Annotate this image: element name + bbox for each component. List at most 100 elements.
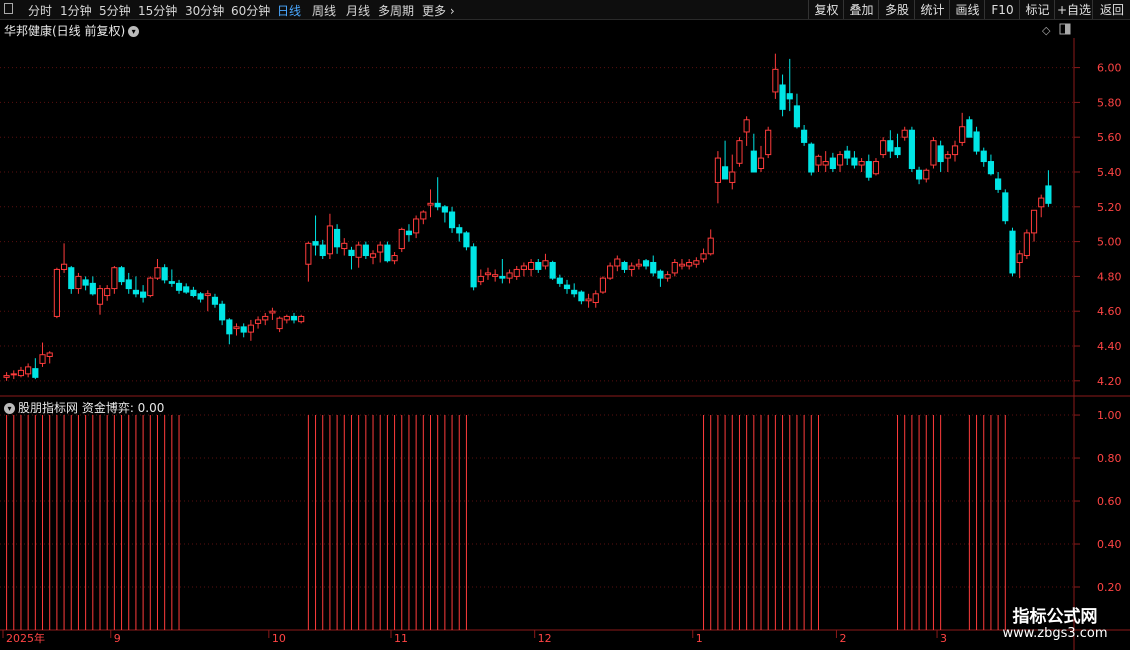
candle-body-down	[197, 293, 204, 300]
x-tick-label: 9	[114, 632, 121, 645]
toolbar-button[interactable]: +自选	[1054, 0, 1093, 19]
candle-body-down	[448, 211, 456, 229]
candle-body-down	[915, 169, 923, 180]
candle-body-up	[355, 244, 362, 258]
candle-body-down	[808, 143, 815, 173]
candle-body-up	[104, 288, 111, 297]
candle-body-up	[398, 228, 405, 250]
y-tick-label: 5.60	[1097, 131, 1122, 144]
toolbar-button[interactable]: 统计	[914, 0, 950, 19]
candle-body-down	[721, 166, 729, 180]
candle-body-up	[53, 268, 60, 317]
candle-body-down	[966, 119, 973, 138]
candle-body-up	[204, 293, 211, 297]
period-tab[interactable]: 周线	[312, 2, 336, 19]
candle-body-down	[887, 140, 894, 152]
candle-body-down	[1045, 185, 1052, 204]
candle-body-up	[880, 140, 887, 156]
toolbar-button[interactable]: 复权	[808, 0, 844, 19]
candle-body-down	[908, 129, 915, 170]
toolbar-button[interactable]: 叠加	[843, 0, 879, 19]
candle-body-down	[995, 178, 1002, 190]
candle-body-up	[3, 375, 10, 378]
candle-body-down	[118, 267, 125, 283]
candle-body-down	[937, 145, 944, 163]
candle-body-down	[894, 147, 901, 156]
period-tab[interactable]: 30分钟	[185, 2, 224, 19]
candle-body-up	[147, 277, 154, 297]
y-tick-label: 6.00	[1097, 62, 1122, 75]
candle-body-up	[484, 272, 492, 276]
candle-body-up	[585, 298, 592, 302]
candle-body-up	[743, 119, 750, 133]
candle-body-down	[140, 291, 147, 298]
candle-body-down	[319, 244, 326, 257]
candle-body-up	[628, 265, 635, 270]
period-tab[interactable]: 分时	[28, 2, 52, 19]
candle-body-up	[377, 244, 384, 253]
y-tick-label: 0.80	[1097, 452, 1122, 465]
toolbar-button[interactable]: 标记	[1019, 0, 1055, 19]
candle-body-up	[707, 237, 714, 255]
watermark-url: www.zbgs3.com	[1002, 626, 1108, 641]
panel-toggle-icon[interactable]	[4, 3, 13, 14]
candle-body-up	[1030, 209, 1038, 234]
candle-body-up	[492, 274, 499, 277]
candle-body-up	[269, 310, 276, 314]
chart-title-text: 华邦健康(日线 前复权)	[4, 24, 126, 38]
candle-body-up	[341, 242, 348, 250]
toolbar-button[interactable]: F10	[984, 0, 1020, 19]
candle-body-up	[262, 315, 269, 321]
candle-body-down	[657, 270, 664, 279]
candle-body-down	[549, 261, 556, 279]
candle-body-up	[930, 140, 937, 166]
period-tab[interactable]: 月线	[346, 2, 370, 19]
candle-body-up	[959, 126, 966, 143]
candle-body-up	[326, 225, 334, 255]
candle-body-down	[1009, 230, 1016, 274]
y-tick-label: 0.60	[1097, 495, 1122, 508]
candle-body-up	[477, 275, 484, 283]
candle-body-up	[25, 366, 32, 375]
toolbar-button[interactable]: 多股	[878, 0, 915, 19]
x-tick-label: 2025年	[6, 631, 45, 645]
indicator-title: ▾ 股朋指标网 资金博弈: 0.00	[4, 399, 164, 416]
toolbar-button[interactable]: 画线	[949, 0, 985, 19]
chevron-down-icon[interactable]: ▾	[4, 403, 15, 414]
chart-title: 华邦健康(日线 前复权) ▾	[4, 22, 140, 39]
period-tab[interactable]: 60分钟	[231, 2, 270, 19]
chevron-down-icon[interactable]: ▾	[128, 26, 140, 37]
watermark-title: 指标公式网	[1012, 607, 1098, 627]
period-tab[interactable]: 5分钟	[99, 2, 131, 19]
candle-body-up	[17, 369, 25, 377]
y-tick-label: 0.20	[1097, 581, 1122, 594]
candle-body-up	[75, 275, 82, 290]
toolbar-button[interactable]: 返回	[1092, 0, 1130, 19]
candle-body-up	[757, 157, 765, 170]
candle-body-up	[60, 263, 68, 270]
candle-body-down	[801, 129, 808, 143]
x-tick-label: 2	[839, 632, 846, 645]
candle-body-down	[334, 228, 341, 248]
candle-body-down	[642, 260, 650, 267]
candle-body-down	[32, 368, 39, 378]
y-tick-label: 4.40	[1097, 340, 1122, 353]
candle-body-down	[463, 232, 470, 248]
period-tab[interactable]: 1分钟	[60, 2, 92, 19]
period-tab[interactable]: 多周期	[378, 2, 414, 19]
period-tab[interactable]: 15分钟	[138, 2, 177, 19]
period-tab[interactable]: 更多 ›	[422, 2, 455, 19]
candle-body-up	[420, 211, 427, 220]
candle-body-down	[362, 244, 369, 257]
watermark: 指标公式网 www.zbgs3.com	[985, 602, 1125, 646]
candle-body-down	[829, 157, 836, 170]
x-tick-label: 1	[696, 632, 703, 645]
y-tick-label: 5.80	[1097, 96, 1122, 109]
candle-body-up	[944, 154, 951, 159]
candle-body-up	[614, 258, 621, 267]
candle-body-up	[678, 263, 686, 267]
candle-body-down	[980, 150, 987, 163]
period-tab[interactable]: 日线	[277, 2, 301, 19]
candle-body-down	[786, 93, 793, 100]
y-tick-label: 4.80	[1097, 270, 1122, 283]
